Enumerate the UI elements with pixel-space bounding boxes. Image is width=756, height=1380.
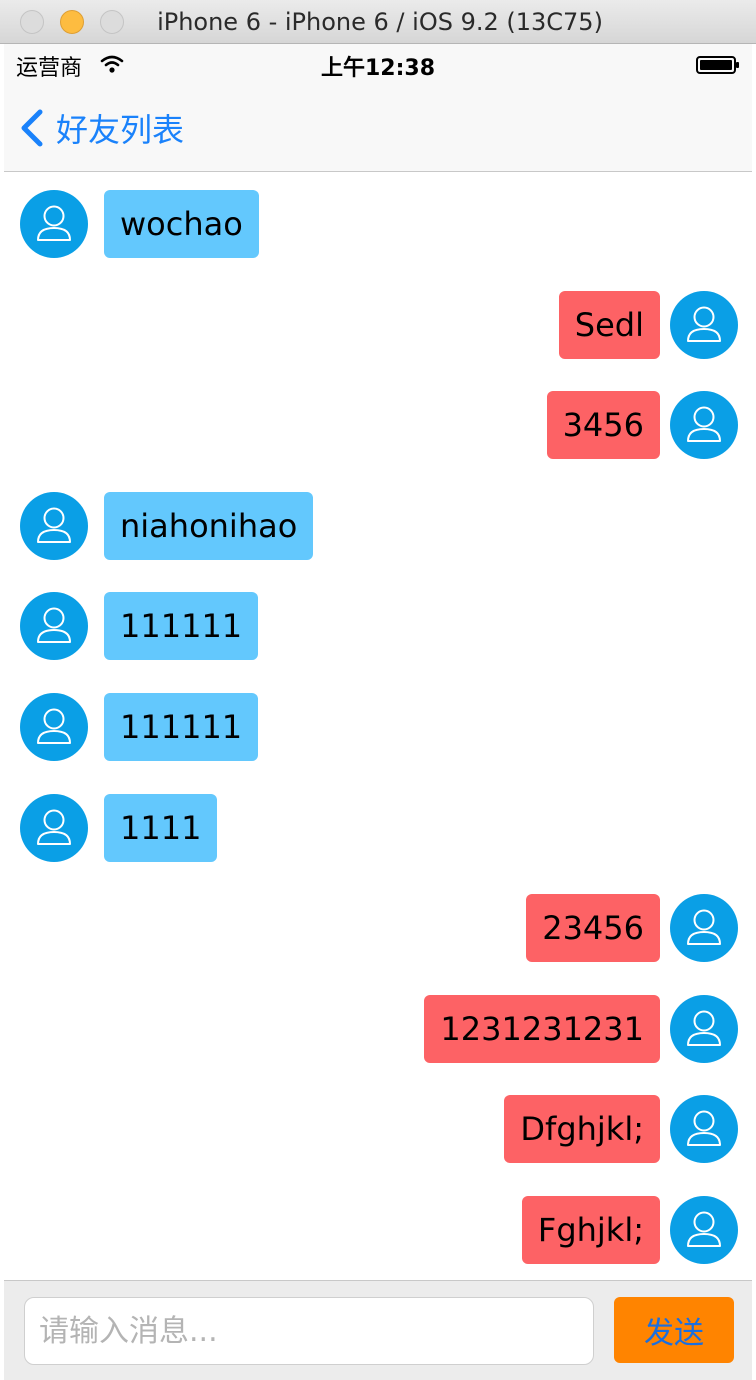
message-row: wochao — [4, 190, 752, 260]
message-row: 1231231231 — [4, 995, 752, 1065]
input-bar: 发送 — [4, 1280, 752, 1380]
window-titlebar: iPhone 6 - iPhone 6 / iOS 9.2 (13C75) — [0, 0, 756, 44]
user-avatar-icon[interactable] — [20, 492, 88, 560]
outgoing-message-bubble[interactable]: 23456 — [526, 894, 660, 962]
outgoing-message-bubble[interactable]: Fghjkl; — [521, 1196, 660, 1264]
incoming-message-bubble[interactable]: 111111 — [104, 592, 259, 660]
user-avatar-icon[interactable] — [670, 1095, 738, 1163]
message-row: Dfghjkl; — [4, 1095, 752, 1165]
user-avatar-icon[interactable] — [20, 190, 88, 258]
outgoing-message-bubble[interactable]: Dfghjkl; — [504, 1095, 660, 1163]
simulator-window: iPhone 6 - iPhone 6 / iOS 9.2 (13C75) 运营… — [0, 0, 756, 1380]
message-row: niahonihao — [4, 492, 752, 562]
back-button-label: 好友列表 — [56, 111, 185, 149]
user-avatar-icon[interactable] — [670, 1196, 738, 1264]
incoming-message-bubble[interactable]: 1111 — [104, 794, 218, 862]
message-row: 1111 — [4, 794, 752, 864]
chevron-left-icon — [21, 109, 43, 147]
message-row: 23456 — [4, 894, 752, 964]
message-row: 3456 — [4, 391, 752, 461]
user-avatar-icon[interactable] — [20, 794, 88, 862]
user-avatar-icon[interactable] — [670, 291, 738, 359]
message-list[interactable]: wochao Sedl 3456 niahonihao 111111 111111 1111… — [4, 172, 752, 1280]
user-avatar-icon[interactable] — [670, 391, 738, 459]
send-button[interactable]: 发送 — [614, 1297, 734, 1363]
user-avatar-icon[interactable] — [670, 894, 738, 962]
outgoing-message-bubble[interactable]: Sedl — [558, 291, 660, 359]
battery-icon — [696, 56, 740, 74]
incoming-message-bubble[interactable]: wochao — [104, 190, 259, 258]
outgoing-message-bubble[interactable]: 3456 — [546, 391, 660, 459]
user-avatar-icon[interactable] — [20, 592, 88, 660]
back-button[interactable]: 好友列表 — [18, 106, 184, 150]
status-bar: 运营商 上午12:38 — [4, 44, 752, 84]
message-row: 111111 — [4, 693, 752, 763]
incoming-message-bubble[interactable]: 111111 — [104, 693, 259, 761]
status-time: 上午12:38 — [320, 56, 436, 81]
window-title: iPhone 6 - iPhone 6 / iOS 9.2 (13C75) — [157, 8, 603, 36]
outgoing-message-bubble[interactable]: 1231231231 — [424, 995, 660, 1063]
user-avatar-icon[interactable] — [20, 693, 88, 761]
message-row: 111111 — [4, 592, 752, 662]
navigation-bar: 好友列表 — [4, 84, 752, 172]
user-avatar-icon[interactable] — [670, 995, 738, 1063]
incoming-message-bubble[interactable]: niahonihao — [104, 492, 314, 560]
message-row: Fghjkl; — [4, 1196, 752, 1266]
device-screen: 运营商 上午12:38 好友列表 wochao Sedl 3456 niahon… — [4, 44, 752, 1380]
message-row: Sedl — [4, 291, 752, 361]
message-input[interactable] — [24, 1297, 594, 1365]
